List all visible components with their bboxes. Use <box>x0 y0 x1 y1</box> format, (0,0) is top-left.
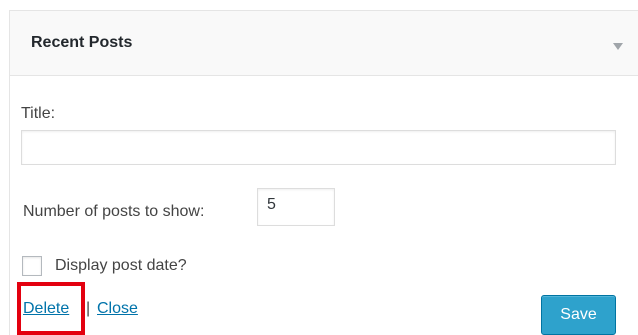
link-separator: | <box>86 300 91 317</box>
display-post-date-checkbox[interactable] <box>22 256 42 276</box>
number-of-posts-label: Number of posts to show: <box>23 203 205 220</box>
delete-highlight-box <box>17 282 85 335</box>
widget-title: Recent Posts <box>31 34 133 51</box>
save-button[interactable]: Save <box>541 295 616 335</box>
display-post-date-label[interactable]: Display post date? <box>55 257 187 275</box>
triangle-down-icon[interactable] <box>613 43 623 50</box>
widget-header[interactable]: Recent Posts <box>10 11 638 76</box>
number-of-posts-input[interactable]: 5 <box>257 188 335 226</box>
close-link[interactable]: Close <box>97 300 138 318</box>
title-input[interactable] <box>21 130 616 165</box>
title-label: Title: <box>21 105 56 122</box>
recent-posts-widget: Recent Posts <box>9 10 638 335</box>
